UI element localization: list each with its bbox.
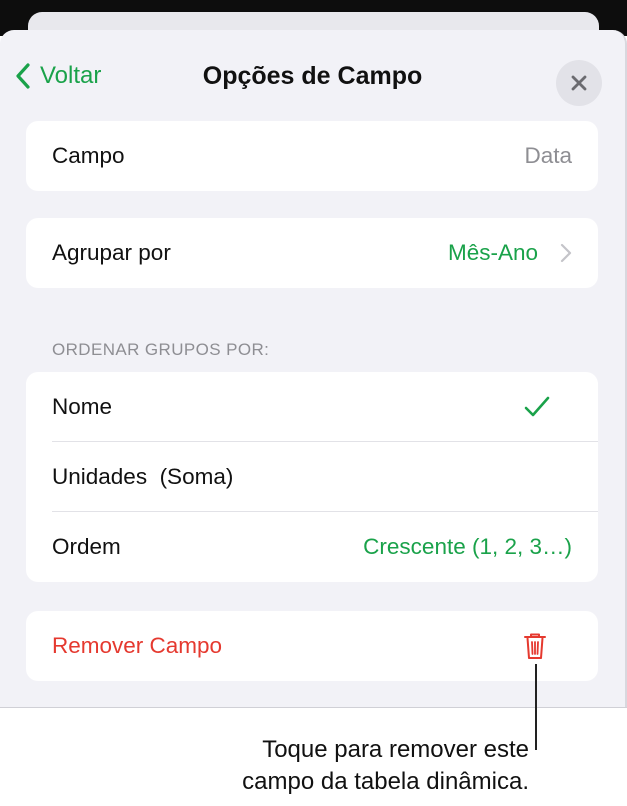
page-title: Opções de Campo — [202, 62, 423, 90]
checkmark-icon — [524, 396, 550, 417]
remove-card: Remover Campo — [26, 611, 598, 681]
sheet-edge — [0, 707, 627, 708]
sort-card: Nome Unidades (Soma) Ordem Crescente (1,… — [26, 372, 598, 582]
sort-option-units[interactable]: Unidades (Soma) — [26, 442, 598, 512]
field-row: Campo Data — [26, 121, 598, 191]
sort-section-header: ORDENAR GRUPOS POR: — [52, 340, 270, 359]
field-label: Campo — [52, 143, 125, 168]
group-by-value: Mês-Ano — [447, 240, 538, 265]
close-button[interactable] — [556, 60, 602, 106]
sort-option-label: Nome — [52, 394, 113, 419]
trash-icon — [524, 633, 546, 659]
group-card: Agrupar por Mês-Ano — [26, 218, 598, 288]
chevron-right-icon — [560, 243, 572, 263]
sort-option-name[interactable]: Nome — [26, 372, 598, 442]
remove-field-button[interactable]: Remover Campo — [26, 611, 598, 681]
nav-bar: Voltar Opções de Campo — [0, 30, 625, 122]
sort-order-label: Ordem — [52, 534, 121, 559]
sort-order-row[interactable]: Ordem Crescente (1, 2, 3…) — [26, 512, 598, 582]
field-card: Campo Data — [26, 121, 598, 191]
sort-order-value: Crescente (1, 2, 3…) — [363, 534, 572, 559]
callout-line-1: Toque para remover este — [262, 736, 529, 763]
close-icon — [571, 75, 587, 91]
callout-text: Toque para remover este campo da tabela … — [242, 734, 529, 798]
sort-option-label: Unidades (Soma) — [52, 464, 234, 489]
field-options-sheet: Voltar Opções de Campo Campo Data Agrupa… — [0, 30, 627, 707]
field-value: Data — [524, 143, 572, 168]
group-by-row[interactable]: Agrupar por Mês-Ano — [26, 218, 598, 288]
callout-line-2: campo da tabela dinâmica. — [242, 768, 529, 795]
remove-field-label: Remover Campo — [52, 633, 223, 658]
callout-leader-line — [535, 664, 537, 750]
group-by-label: Agrupar por — [52, 240, 171, 265]
